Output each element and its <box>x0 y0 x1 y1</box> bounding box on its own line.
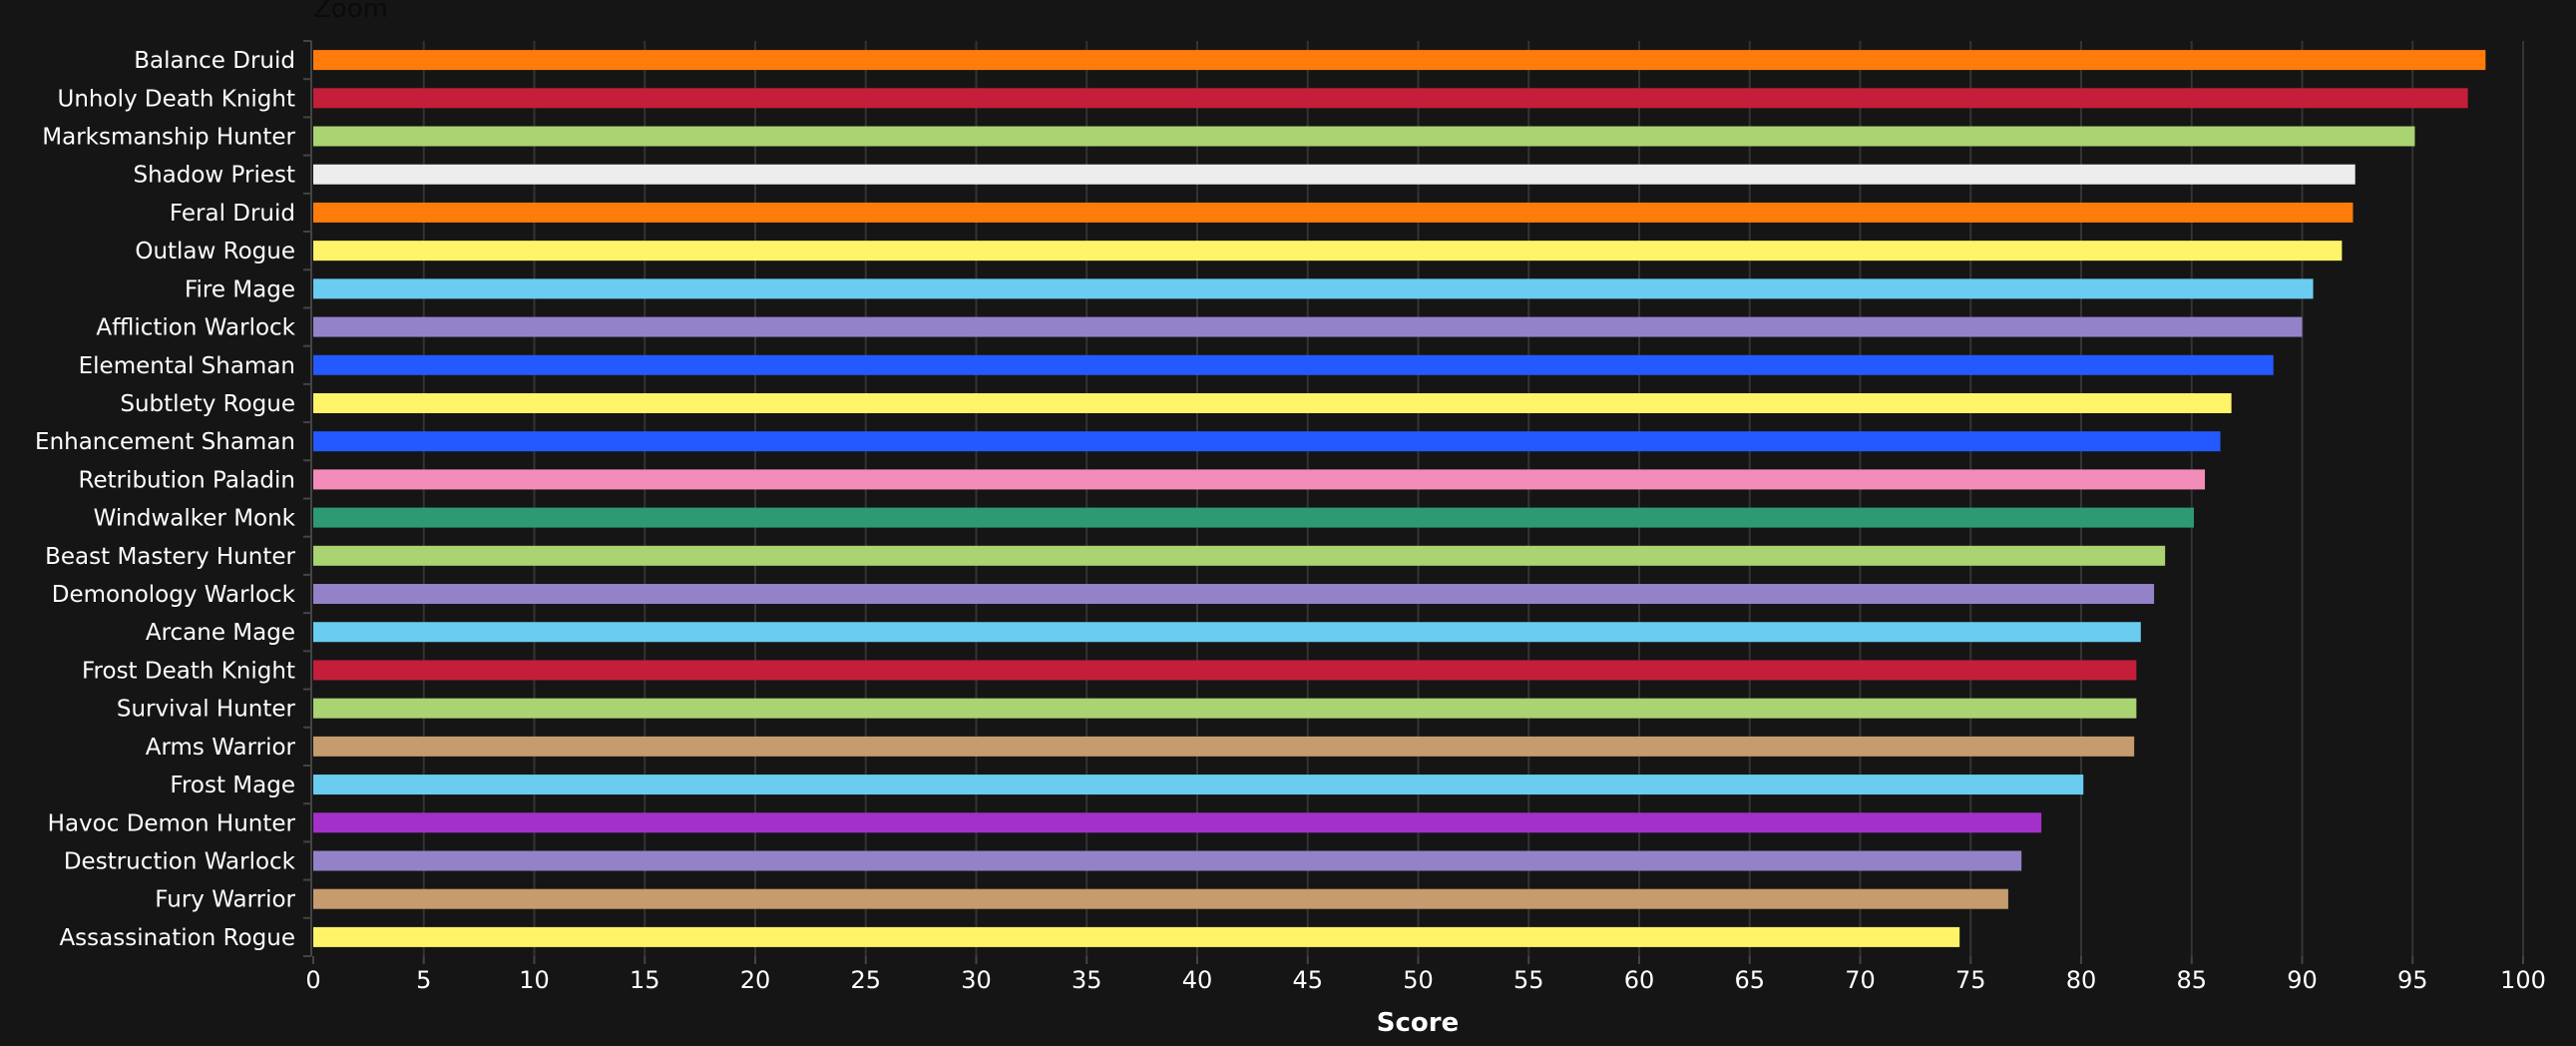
x-tick-label: 20 <box>740 966 771 994</box>
bar[interactable] <box>313 736 2135 757</box>
x-tick-label: 80 <box>2066 966 2097 994</box>
bar-chart: Balance Druid Unholy Death Knight Marksman… <box>35 40 2546 1038</box>
bar[interactable] <box>313 926 1960 947</box>
y-tick-label: Unholy Death Knight <box>58 86 295 112</box>
y-tick-label: Arcane Mage <box>146 620 295 646</box>
y-tick-label: Enhancement Shaman <box>35 429 295 455</box>
x-tick-label: 10 <box>519 966 550 994</box>
bar[interactable] <box>313 164 2356 185</box>
bar[interactable] <box>313 126 2415 147</box>
x-tick-labels: 0 5 10 15 20 25 30 35 40 45 50 55 60 65 70 75 80 85 90 95 10… <box>305 966 2546 994</box>
bar[interactable] <box>313 507 2194 528</box>
y-tick-label: Arms Warrior <box>146 735 296 761</box>
x-tick-label: 100 <box>2500 966 2546 994</box>
bar[interactable] <box>313 88 2468 109</box>
y-tick-label: Shadow Priest <box>133 163 295 189</box>
x-tick-label: 0 <box>305 966 320 994</box>
bar[interactable] <box>313 241 2343 262</box>
y-tick-label: Survival Hunter <box>117 697 296 723</box>
bar[interactable] <box>313 812 2042 833</box>
bar[interactable] <box>313 850 2022 871</box>
x-tick-label: 25 <box>850 966 881 994</box>
x-tick-label: 60 <box>1624 966 1655 994</box>
y-axis <box>303 40 312 957</box>
y-tick-label: Affliction Warlock <box>96 315 295 341</box>
y-tick-label: Frost Mage <box>170 773 295 798</box>
bar[interactable] <box>313 469 2206 490</box>
x-tick-label: 5 <box>416 966 431 994</box>
y-tick-label: Balance Druid <box>134 48 295 74</box>
x-tick-label: 40 <box>1182 966 1213 994</box>
bar[interactable] <box>313 431 2221 452</box>
x-tick-label: 70 <box>1845 966 1876 994</box>
y-tick-label: Retribution Paladin <box>79 467 296 493</box>
bar[interactable] <box>313 316 2303 337</box>
x-axis-label: Score <box>1377 1008 1459 1038</box>
bar[interactable] <box>313 888 2008 909</box>
bar[interactable] <box>313 584 2155 605</box>
x-tick-label: 95 <box>2397 966 2428 994</box>
y-tick-label: Assassination Rogue <box>59 925 295 951</box>
bar[interactable] <box>313 202 2354 223</box>
bar[interactable] <box>313 622 2141 643</box>
bar[interactable] <box>313 660 2137 681</box>
y-tick-label: Outlaw Rogue <box>135 239 295 264</box>
y-tick-label: Windwalker Monk <box>94 506 296 532</box>
y-tick-label: Frost Death Knight <box>82 658 295 684</box>
x-tick-label: 65 <box>1734 966 1765 994</box>
y-tick-label: Fire Mage <box>185 276 295 302</box>
y-tick-labels: Balance Druid Unholy Death Knight Marksman… <box>35 48 296 951</box>
y-tick-label: Subtlety Rogue <box>120 391 295 417</box>
bar[interactable] <box>313 392 2232 413</box>
bar[interactable] <box>313 698 2137 719</box>
y-tick-label: Beast Mastery Hunter <box>45 544 295 570</box>
x-tick-label: 50 <box>1403 966 1434 994</box>
y-tick-label: Demonology Warlock <box>52 582 296 608</box>
y-tick-label: Elemental Shaman <box>79 353 295 379</box>
y-tick-label: Marksmanship Hunter <box>42 125 295 151</box>
x-tick-label: 35 <box>1072 966 1102 994</box>
y-tick-label: Feral Druid <box>170 201 295 227</box>
x-tick-label: 45 <box>1292 966 1323 994</box>
y-tick-label: Destruction Warlock <box>64 848 296 874</box>
bar[interactable] <box>313 50 2486 71</box>
bars <box>313 50 2486 947</box>
x-tick-label: 85 <box>2176 966 2207 994</box>
x-tick-label: 75 <box>1955 966 1986 994</box>
x-tick-label: 90 <box>2287 966 2318 994</box>
x-tick-label: 30 <box>961 966 992 994</box>
bar[interactable] <box>313 278 2314 299</box>
x-tick-label: 55 <box>1513 966 1544 994</box>
y-tick-label: Fury Warrior <box>155 887 295 913</box>
bar[interactable] <box>313 775 2084 795</box>
bar[interactable] <box>313 545 2166 566</box>
x-tick-label: 15 <box>630 966 660 994</box>
y-tick-label: Havoc Demon Hunter <box>48 810 296 836</box>
bar[interactable] <box>313 354 2274 375</box>
